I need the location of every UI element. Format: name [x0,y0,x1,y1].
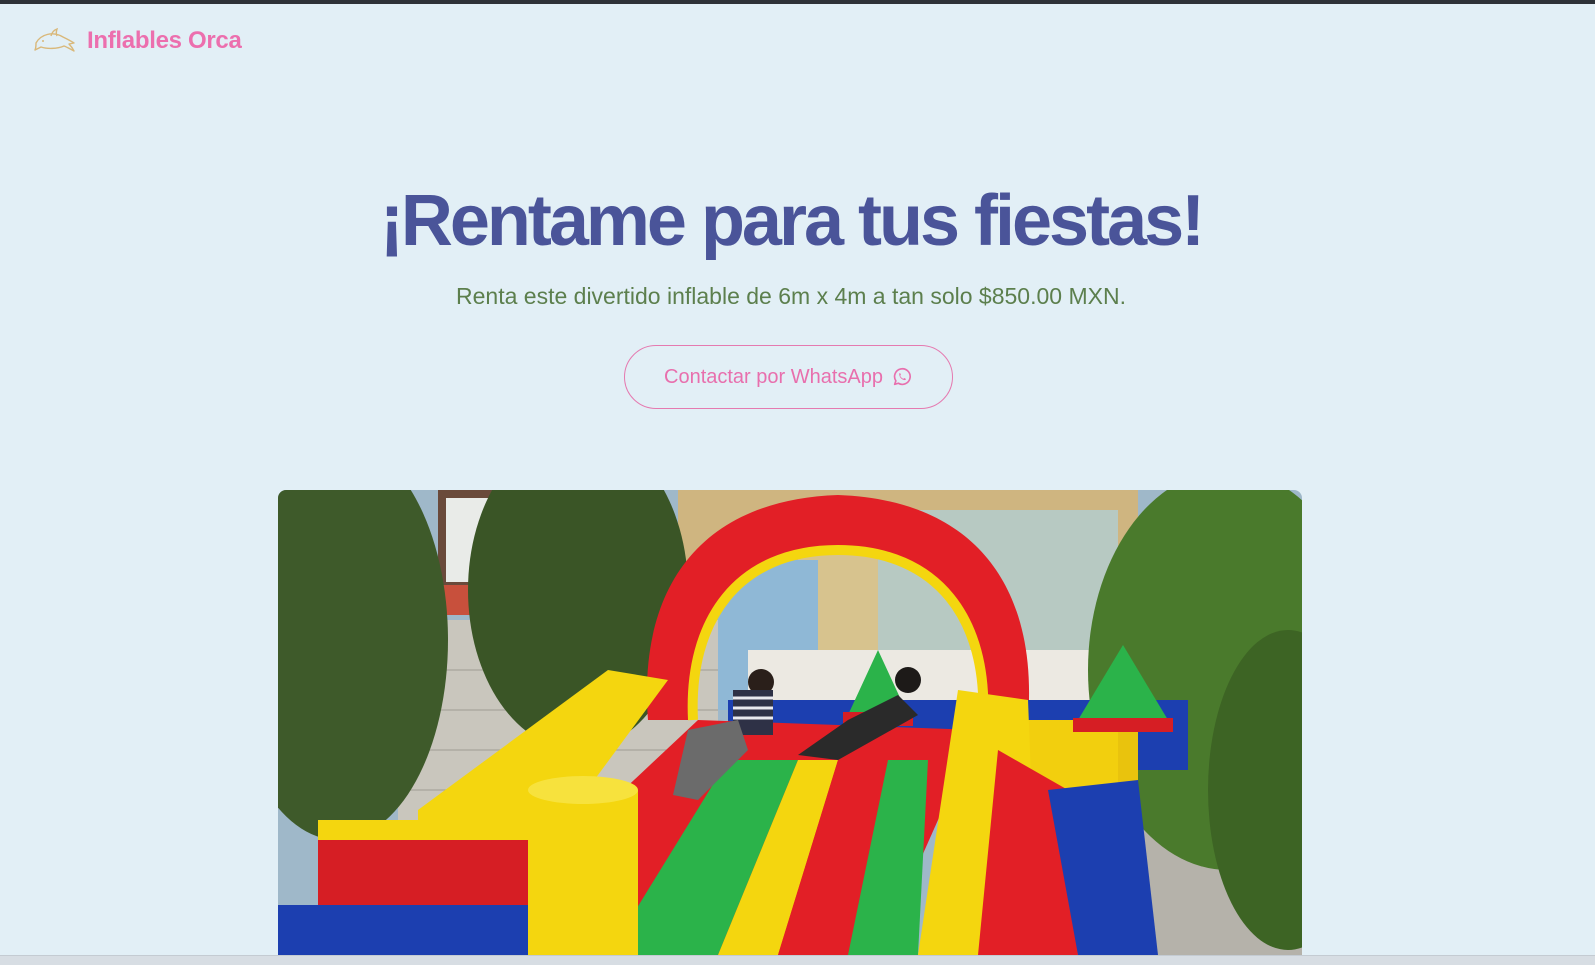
whatsapp-icon [893,367,911,386]
hero-subtitle: Renta este divertido inflable de 6m x 4m… [456,283,1126,309]
top-window-bar [0,0,1595,4]
orca-icon [34,27,75,52]
whatsapp-button-label: Contactar por WhatsApp [664,365,883,388]
page-title: ¡Rentame para tus fiestas! [379,181,1205,261]
brand-name: Inflables Orca [87,27,242,54]
brand-link[interactable]: Inflables Orca [33,26,242,56]
bounce-house-slide-photo [278,490,1302,955]
whatsapp-contact-button[interactable]: Contactar por WhatsApp [624,345,953,409]
photo-illustration [278,490,1302,955]
